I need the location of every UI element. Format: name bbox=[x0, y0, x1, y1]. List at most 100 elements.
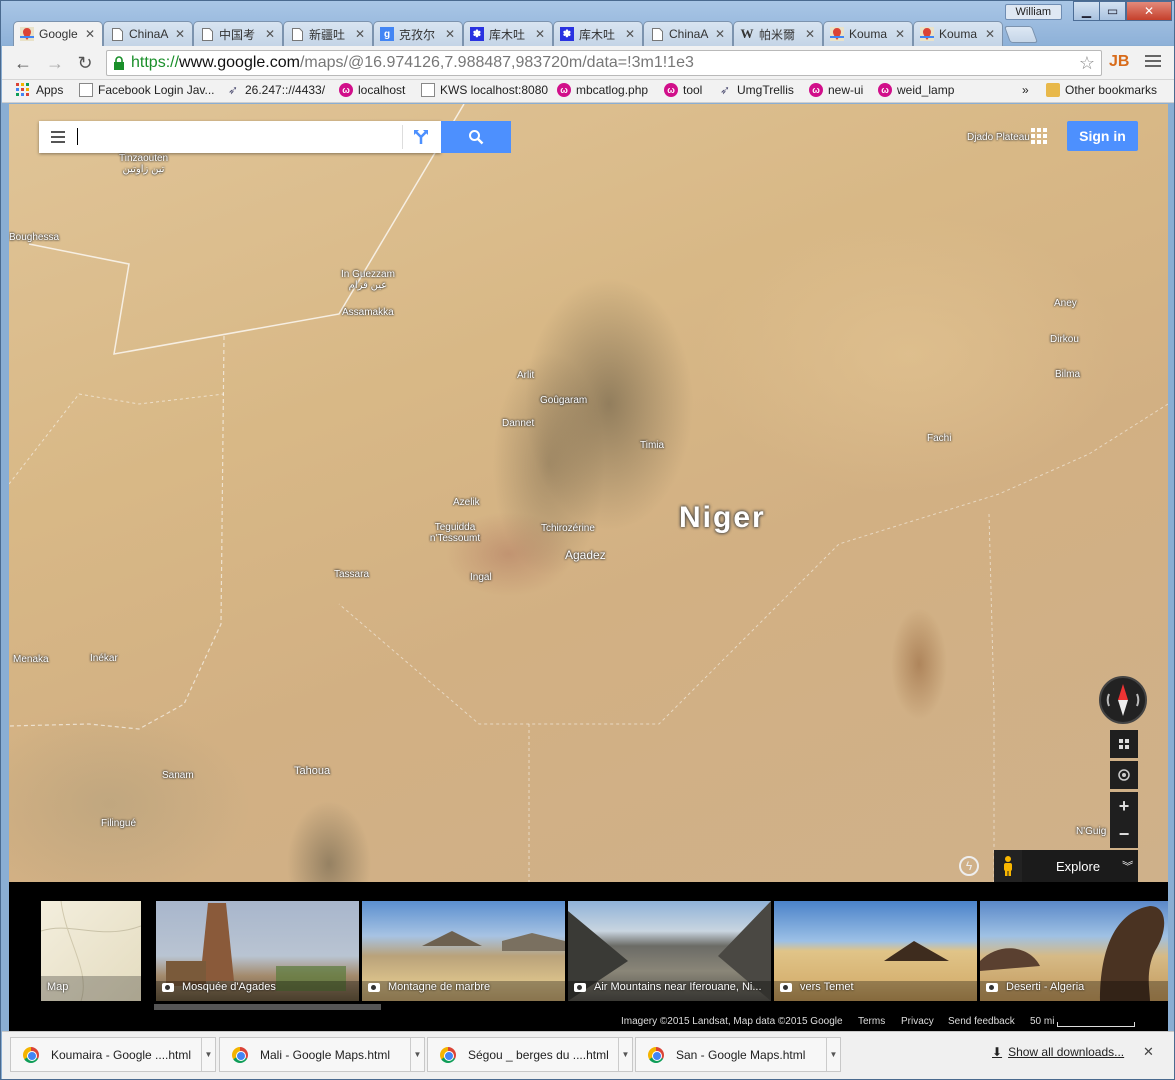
compass-icon[interactable] bbox=[1099, 676, 1147, 724]
bookmark-star-icon[interactable]: ☆ bbox=[1079, 53, 1095, 74]
back-arrow-icon[interactable]: ← bbox=[12, 52, 34, 74]
chrome-menu-icon[interactable] bbox=[1145, 55, 1161, 69]
jetbrains-extension-icon[interactable]: JB bbox=[1109, 53, 1131, 73]
download-filename: Mali - Google Maps.html bbox=[260, 1047, 391, 1062]
swirl-icon: ω bbox=[339, 83, 353, 97]
chevron-down-icon[interactable]: ▼ bbox=[410, 1038, 424, 1071]
carousel-thumb-photo[interactable]: Deserti - Algeria bbox=[980, 901, 1168, 1001]
download-item[interactable]: Koumaira - Google ....html ▼ bbox=[10, 1037, 216, 1072]
chrome-icon bbox=[648, 1046, 664, 1063]
place-label: Ingal bbox=[470, 572, 492, 583]
carousel-thumb-map[interactable]: Map bbox=[41, 901, 141, 1001]
tab-0[interactable]: Google ✕ bbox=[13, 21, 103, 46]
tab-6[interactable]: ✽ 库木吐 ✕ bbox=[553, 21, 643, 46]
thumb-caption: vers Temet bbox=[780, 981, 854, 993]
bookmark-item[interactable]: Facebook Login Jav... bbox=[79, 83, 215, 97]
tab-2[interactable]: 中国考 ✕ bbox=[193, 21, 283, 46]
tab-1[interactable]: ChinaA ✕ bbox=[103, 21, 193, 46]
bookmark-apps[interactable]: Apps bbox=[16, 83, 63, 97]
tab-close-icon[interactable]: ✕ bbox=[804, 27, 816, 41]
arrow-icon: ➶ bbox=[227, 83, 239, 97]
tab-3[interactable]: 新疆吐 ✕ bbox=[283, 21, 373, 46]
reload-icon[interactable]: ↻ bbox=[74, 52, 96, 74]
terms-link[interactable]: Terms bbox=[858, 1016, 885, 1027]
new-tab-button[interactable] bbox=[1003, 26, 1039, 43]
camera-icon bbox=[986, 982, 998, 992]
tab-4[interactable]: g 克孜尔 ✕ bbox=[373, 21, 463, 46]
maximize-button[interactable]: ▭ bbox=[1099, 1, 1126, 21]
chevron-down-icon[interactable]: ▼ bbox=[826, 1038, 840, 1071]
bookmark-item[interactable]: ω new-ui bbox=[809, 83, 863, 97]
place-label: Sanam bbox=[162, 770, 194, 781]
carousel-thumb-photo[interactable]: Mosquée d'Agades bbox=[156, 901, 359, 1001]
address-bar[interactable]: https://www.google.com/maps/@16.974126,7… bbox=[106, 50, 1102, 76]
scale-label[interactable]: 50 mi bbox=[1030, 1016, 1054, 1027]
place-label: N'Guig bbox=[1076, 826, 1107, 837]
map-borders bbox=[9, 104, 1168, 882]
url-host: www.google.com bbox=[179, 54, 300, 71]
arrow-icon: ➶ bbox=[719, 83, 731, 97]
lock-icon bbox=[114, 56, 124, 70]
place-label: Timia bbox=[640, 440, 665, 451]
tab-10[interactable]: Kouma ✕ bbox=[913, 21, 1003, 46]
pegman-icon[interactable] bbox=[994, 850, 1022, 882]
explore-button[interactable]: Explore ︾ bbox=[994, 850, 1138, 882]
search-input[interactable] bbox=[75, 127, 395, 147]
download-item[interactable]: Mali - Google Maps.html ▼ bbox=[219, 1037, 425, 1072]
bookmark-item[interactable]: ➶ 26.247:://4433/ bbox=[226, 83, 325, 97]
satellite-toggle-icon[interactable] bbox=[1110, 730, 1138, 758]
swirl-icon: ω bbox=[664, 83, 678, 97]
minimize-button[interactable]: ▁ bbox=[1073, 1, 1100, 21]
chevron-down-icon[interactable]: ▼ bbox=[618, 1038, 632, 1071]
tab-7[interactable]: ChinaA ✕ bbox=[643, 21, 733, 46]
bookmarks-overflow-button[interactable]: » bbox=[1022, 83, 1029, 97]
chevron-down-icon[interactable]: ▼ bbox=[201, 1038, 215, 1071]
bookmark-item[interactable]: ω weid_lamp bbox=[878, 83, 954, 97]
close-downloads-icon[interactable]: ✕ bbox=[1143, 1044, 1154, 1060]
tab-close-icon[interactable]: ✕ bbox=[984, 27, 996, 41]
bookmark-item[interactable]: ω tool bbox=[664, 83, 702, 97]
download-item[interactable]: Ségou _ berges du ....html ▼ bbox=[427, 1037, 633, 1072]
tab-close-icon[interactable]: ✕ bbox=[174, 27, 186, 41]
tab-5[interactable]: ✽ 库木吐 ✕ bbox=[463, 21, 553, 46]
show-all-downloads-link[interactable]: ⬇ Show all downloads... bbox=[992, 1045, 1124, 1059]
carousel-scrollbar[interactable] bbox=[154, 1004, 381, 1010]
page-icon bbox=[200, 27, 214, 41]
bookmark-item[interactable]: ω localhost bbox=[339, 83, 405, 97]
tab-9[interactable]: Kouma ✕ bbox=[823, 21, 913, 46]
download-item[interactable]: San - Google Maps.html ▼ bbox=[635, 1037, 841, 1072]
tab-close-icon[interactable]: ✕ bbox=[264, 27, 276, 41]
bookmark-item[interactable]: ω mbcatlog.php bbox=[557, 83, 648, 97]
send-feedback-link[interactable]: Send feedback bbox=[948, 1016, 1015, 1027]
tab-close-icon[interactable]: ✕ bbox=[354, 27, 366, 41]
carousel-thumb-photo[interactable]: vers Temet bbox=[774, 901, 977, 1001]
search-button[interactable] bbox=[441, 121, 511, 153]
bookmark-item[interactable]: ➶ UmgTrellis bbox=[718, 83, 794, 97]
carousel-thumb-photo[interactable]: Air Mountains near Iferouane, Ni... bbox=[568, 901, 771, 1001]
other-bookmarks[interactable]: Other bookmarks bbox=[1046, 83, 1157, 97]
tab-close-icon[interactable]: ✕ bbox=[624, 27, 636, 41]
close-window-button[interactable]: ✕ bbox=[1126, 1, 1172, 21]
tab-close-icon[interactable]: ✕ bbox=[534, 27, 546, 41]
sign-in-button[interactable]: Sign in bbox=[1067, 121, 1138, 151]
zoom-out-button[interactable]: − bbox=[1110, 820, 1138, 848]
directions-icon[interactable] bbox=[402, 125, 438, 149]
privacy-link[interactable]: Privacy bbox=[901, 1016, 934, 1027]
tab-close-icon[interactable]: ✕ bbox=[444, 27, 456, 41]
google-apps-icon[interactable] bbox=[1031, 128, 1047, 144]
place-label: Tinzaouten تين زاوتين bbox=[119, 153, 169, 175]
forward-arrow-icon[interactable]: → bbox=[44, 52, 66, 74]
tab-close-icon[interactable]: ✕ bbox=[894, 27, 906, 41]
my-location-icon[interactable] bbox=[1110, 761, 1138, 789]
tab-close-icon[interactable]: ✕ bbox=[84, 27, 96, 41]
tab-8[interactable]: W 帕米爾 ✕ bbox=[733, 21, 823, 46]
carousel-thumb-photo[interactable]: Montagne de marbre bbox=[362, 901, 565, 1001]
zoom-in-button[interactable]: + bbox=[1110, 792, 1138, 820]
hamburger-menu-icon[interactable] bbox=[51, 131, 65, 146]
bookmark-item[interactable]: KWS localhost:8080 bbox=[421, 83, 548, 97]
map-canvas[interactable]: Tinzaouten تين زاوتين Boughessa In Guezza… bbox=[9, 104, 1168, 882]
lite-mode-icon[interactable]: ϟ bbox=[959, 856, 979, 876]
profile-badge[interactable]: William bbox=[1004, 4, 1062, 20]
browser-toolbar: ← → ↻ https://www.google.com/maps/@16.97… bbox=[2, 46, 1174, 80]
tab-close-icon[interactable]: ✕ bbox=[714, 27, 726, 41]
